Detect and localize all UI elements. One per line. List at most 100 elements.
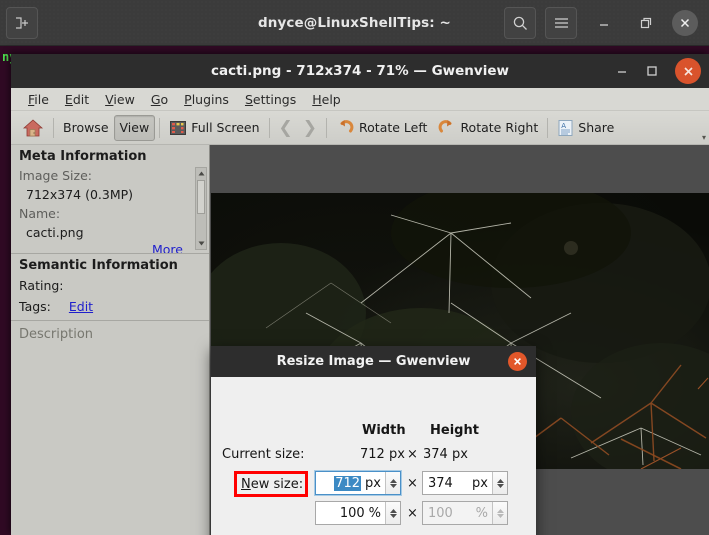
share-button[interactable]: A Share xyxy=(552,115,619,141)
minimize-icon[interactable] xyxy=(588,7,620,39)
image-size-key: Image Size: xyxy=(19,168,92,183)
scrollbar-thumb[interactable] xyxy=(197,180,205,214)
minimize-icon[interactable] xyxy=(611,60,633,82)
close-icon[interactable] xyxy=(508,352,527,371)
new-height-input[interactable]: 374 px xyxy=(422,471,508,495)
rotate-left-button[interactable]: Rotate Left xyxy=(331,115,432,141)
semantic-information-panel: Semantic Information Rating: Tags: Edit xyxy=(11,254,209,321)
new-size-label: New size: xyxy=(241,476,304,492)
restore-icon[interactable] xyxy=(630,7,662,39)
close-icon[interactable] xyxy=(675,58,701,84)
dialog-body: Width Height Current size: 712 px × 374 … xyxy=(211,377,536,535)
stepper-down-icon[interactable] xyxy=(496,483,504,488)
current-height-value: 374 px xyxy=(423,447,468,462)
terminal-titlebar[interactable]: dnyce@LinuxShellTips: ~ xyxy=(0,0,709,46)
menu-view[interactable]: View xyxy=(97,89,143,110)
rotate-right-label: Rotate Right xyxy=(460,120,539,135)
menu-file[interactable]: File xyxy=(20,89,57,110)
toolbar-separator xyxy=(53,117,54,138)
tags-edit-link[interactable]: Edit xyxy=(69,299,93,314)
toolbar-overflow-icon[interactable]: ▾ xyxy=(702,133,706,142)
height-percent-stepper xyxy=(492,502,507,524)
new-width-stepper[interactable] xyxy=(385,472,400,494)
scroll-down-arrow-icon[interactable] xyxy=(196,238,206,249)
meta-row: Name: cacti.png xyxy=(11,204,209,242)
menu-plugins[interactable]: Plugins xyxy=(176,89,237,110)
meta-scrollbar[interactable] xyxy=(195,167,207,250)
name-value: cacti.png xyxy=(26,225,84,240)
width-percent-unit: % xyxy=(368,505,381,521)
dialog-title: Resize Image — Gwenview xyxy=(276,354,471,369)
gwenview-titlebar[interactable]: cacti.png - 712x374 - 71% — Gwenview xyxy=(11,54,709,88)
width-percent-stepper[interactable] xyxy=(385,502,400,524)
share-label: Share xyxy=(578,120,615,135)
semantic-information-title: Semantic Information xyxy=(19,258,178,273)
stepper-down-icon[interactable] xyxy=(389,513,397,518)
dialog-titlebar[interactable]: Resize Image — Gwenview xyxy=(211,346,536,377)
tags-label: Tags: xyxy=(19,299,51,314)
meta-information-title: Meta Information xyxy=(19,149,147,164)
new-width-input[interactable]: 712 px xyxy=(315,471,401,495)
meta-row: Image Size: 712x374 (0.3MP) xyxy=(11,166,209,204)
new-size-label-highlight: New size: xyxy=(234,471,308,497)
width-column-header: Width xyxy=(362,423,406,438)
times-symbol: × xyxy=(407,476,418,491)
toolbar-separator xyxy=(159,117,161,138)
times-symbol: × xyxy=(407,447,418,462)
rotate-left-label: Rotate Left xyxy=(359,120,428,135)
new-height-unit: px xyxy=(472,475,488,491)
new-height-stepper[interactable] xyxy=(492,472,507,494)
browse-button[interactable]: Browse xyxy=(58,115,114,141)
gwenview-window-title: cacti.png - 712x374 - 71% — Gwenview xyxy=(211,63,509,79)
fullscreen-button[interactable]: Full Screen xyxy=(164,115,264,141)
times-symbol: × xyxy=(407,506,418,521)
rating-label: Rating: xyxy=(19,278,64,293)
menu-settings[interactable]: Settings xyxy=(237,89,304,110)
stepper-down-icon[interactable] xyxy=(389,483,397,488)
share-icon: A xyxy=(557,119,574,137)
stepper-down-icon xyxy=(496,513,504,518)
height-percent-unit: % xyxy=(475,505,488,521)
rotate-right-icon xyxy=(437,118,456,137)
rotate-right-button[interactable]: Rotate Right xyxy=(432,115,543,141)
more-link[interactable]: More xyxy=(152,242,183,253)
menu-go[interactable]: Go xyxy=(143,89,176,110)
chevron-right-icon[interactable]: ❯ xyxy=(298,118,322,138)
search-icon[interactable] xyxy=(504,7,536,39)
browse-label: Browse xyxy=(63,120,109,135)
svg-text:A: A xyxy=(561,122,566,130)
hamburger-menu-icon[interactable] xyxy=(545,7,577,39)
close-icon[interactable] xyxy=(672,10,698,36)
image-size-value: 712x374 (0.3MP) xyxy=(26,187,134,202)
home-icon[interactable] xyxy=(17,115,49,141)
new-width-unit: px xyxy=(365,475,381,491)
gwenview-sidebar: Meta Information Image Size: 712x374 (0.… xyxy=(11,145,210,535)
tags-row: Tags: Edit xyxy=(11,296,209,317)
rotate-left-icon xyxy=(336,118,355,137)
scroll-up-arrow-icon[interactable] xyxy=(196,168,206,179)
resize-image-dialog: Resize Image — Gwenview Width Height Cur… xyxy=(211,346,536,535)
menu-edit[interactable]: Edit xyxy=(57,89,97,110)
toolbar-separator xyxy=(268,117,270,138)
view-label: View xyxy=(119,120,150,135)
toolbar-separator xyxy=(326,117,328,138)
description-placeholder: Description xyxy=(19,327,94,342)
new-height-value-text: 374 xyxy=(428,475,453,491)
meta-information-panel: Meta Information Image Size: 712x374 (0.… xyxy=(11,145,209,254)
gwenview-toolbar: Browse View Full Screen ❮ ❯ Rotate Left … xyxy=(11,111,709,145)
view-button[interactable]: View xyxy=(113,114,156,141)
fullscreen-label: Full Screen xyxy=(191,120,260,135)
width-percent-input[interactable]: 100 % xyxy=(315,501,401,525)
chevron-left-icon[interactable]: ❮ xyxy=(274,118,298,138)
new-tab-icon[interactable] xyxy=(6,7,38,39)
fullscreen-icon xyxy=(169,119,187,137)
maximize-icon[interactable] xyxy=(641,60,663,82)
width-percent-value-text: 100 xyxy=(339,505,365,521)
description-field[interactable]: Description xyxy=(11,321,209,342)
height-column-header: Height xyxy=(430,423,479,438)
gwenview-menubar: File Edit View Go Plugins Settings Help xyxy=(11,88,709,111)
new-width-value-text: 712 xyxy=(334,475,362,491)
menu-help[interactable]: Help xyxy=(304,89,349,110)
height-percent-input: 100 % xyxy=(422,501,508,525)
current-width-value: 712 px xyxy=(360,447,405,462)
